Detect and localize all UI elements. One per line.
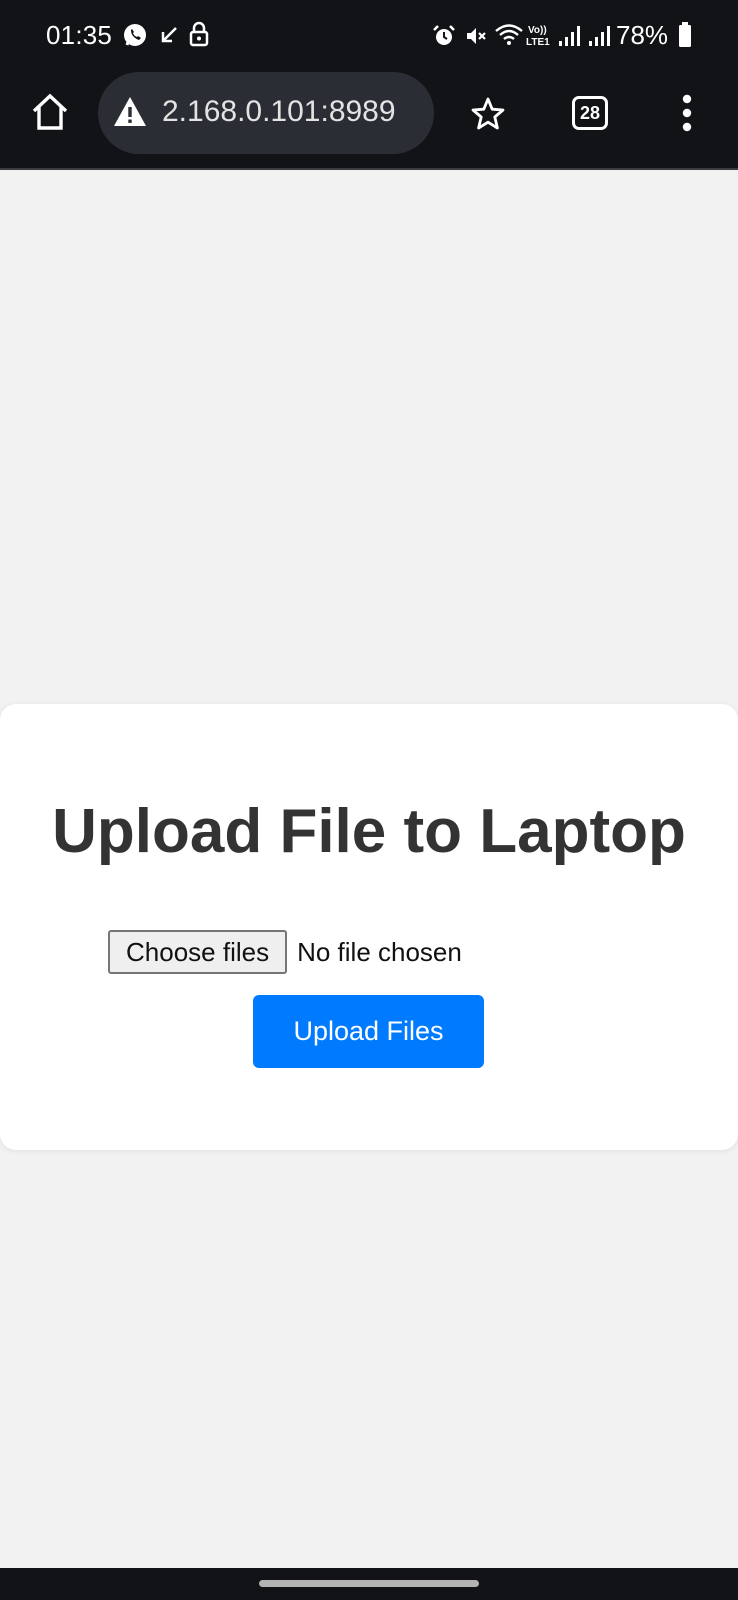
status-time: 01:35 (46, 20, 113, 50)
upload-card: Upload File to Laptop Choose files No fi… (0, 704, 738, 1150)
svg-text:Vo)): Vo)) (528, 25, 547, 36)
mute-icon (467, 28, 486, 44)
warning-icon[interactable] (112, 95, 148, 129)
browser-toolbar: 2.168.0.101:8989 28 (0, 70, 738, 170)
navigation-bar (0, 1568, 738, 1600)
battery-icon (679, 22, 691, 47)
page-title: Upload File to Laptop (52, 797, 686, 866)
whatsapp-icon (124, 24, 146, 46)
home-gesture-handle[interactable] (259, 1580, 479, 1587)
more-options-icon[interactable] (680, 94, 694, 132)
wifi-icon (495, 24, 523, 45)
star-icon[interactable] (470, 96, 506, 132)
url-text: 2.168.0.101:8989 (162, 95, 396, 128)
lock-icon (189, 21, 209, 47)
tabs-count-button[interactable]: 28 (572, 96, 608, 130)
upload-files-button[interactable]: Upload Files (253, 995, 484, 1068)
signal-icon (589, 26, 610, 46)
volte-icon: Vo)) LTE1 (526, 25, 550, 48)
file-input[interactable]: Choose files No file chosen (108, 930, 462, 974)
choose-files-button[interactable]: Choose files (108, 930, 288, 974)
address-bar[interactable]: 2.168.0.101:8989 (98, 72, 434, 154)
missed-call-icon (161, 27, 177, 43)
signal-icon (559, 26, 580, 46)
svg-text:LTE1: LTE1 (526, 37, 550, 48)
alarm-icon (433, 25, 455, 45)
home-icon[interactable] (30, 92, 70, 132)
file-status-text: No file chosen (297, 936, 462, 967)
battery-percentage: 78% (616, 20, 669, 50)
status-bar: 01:35 Vo)) LTE1 78% (0, 0, 738, 70)
